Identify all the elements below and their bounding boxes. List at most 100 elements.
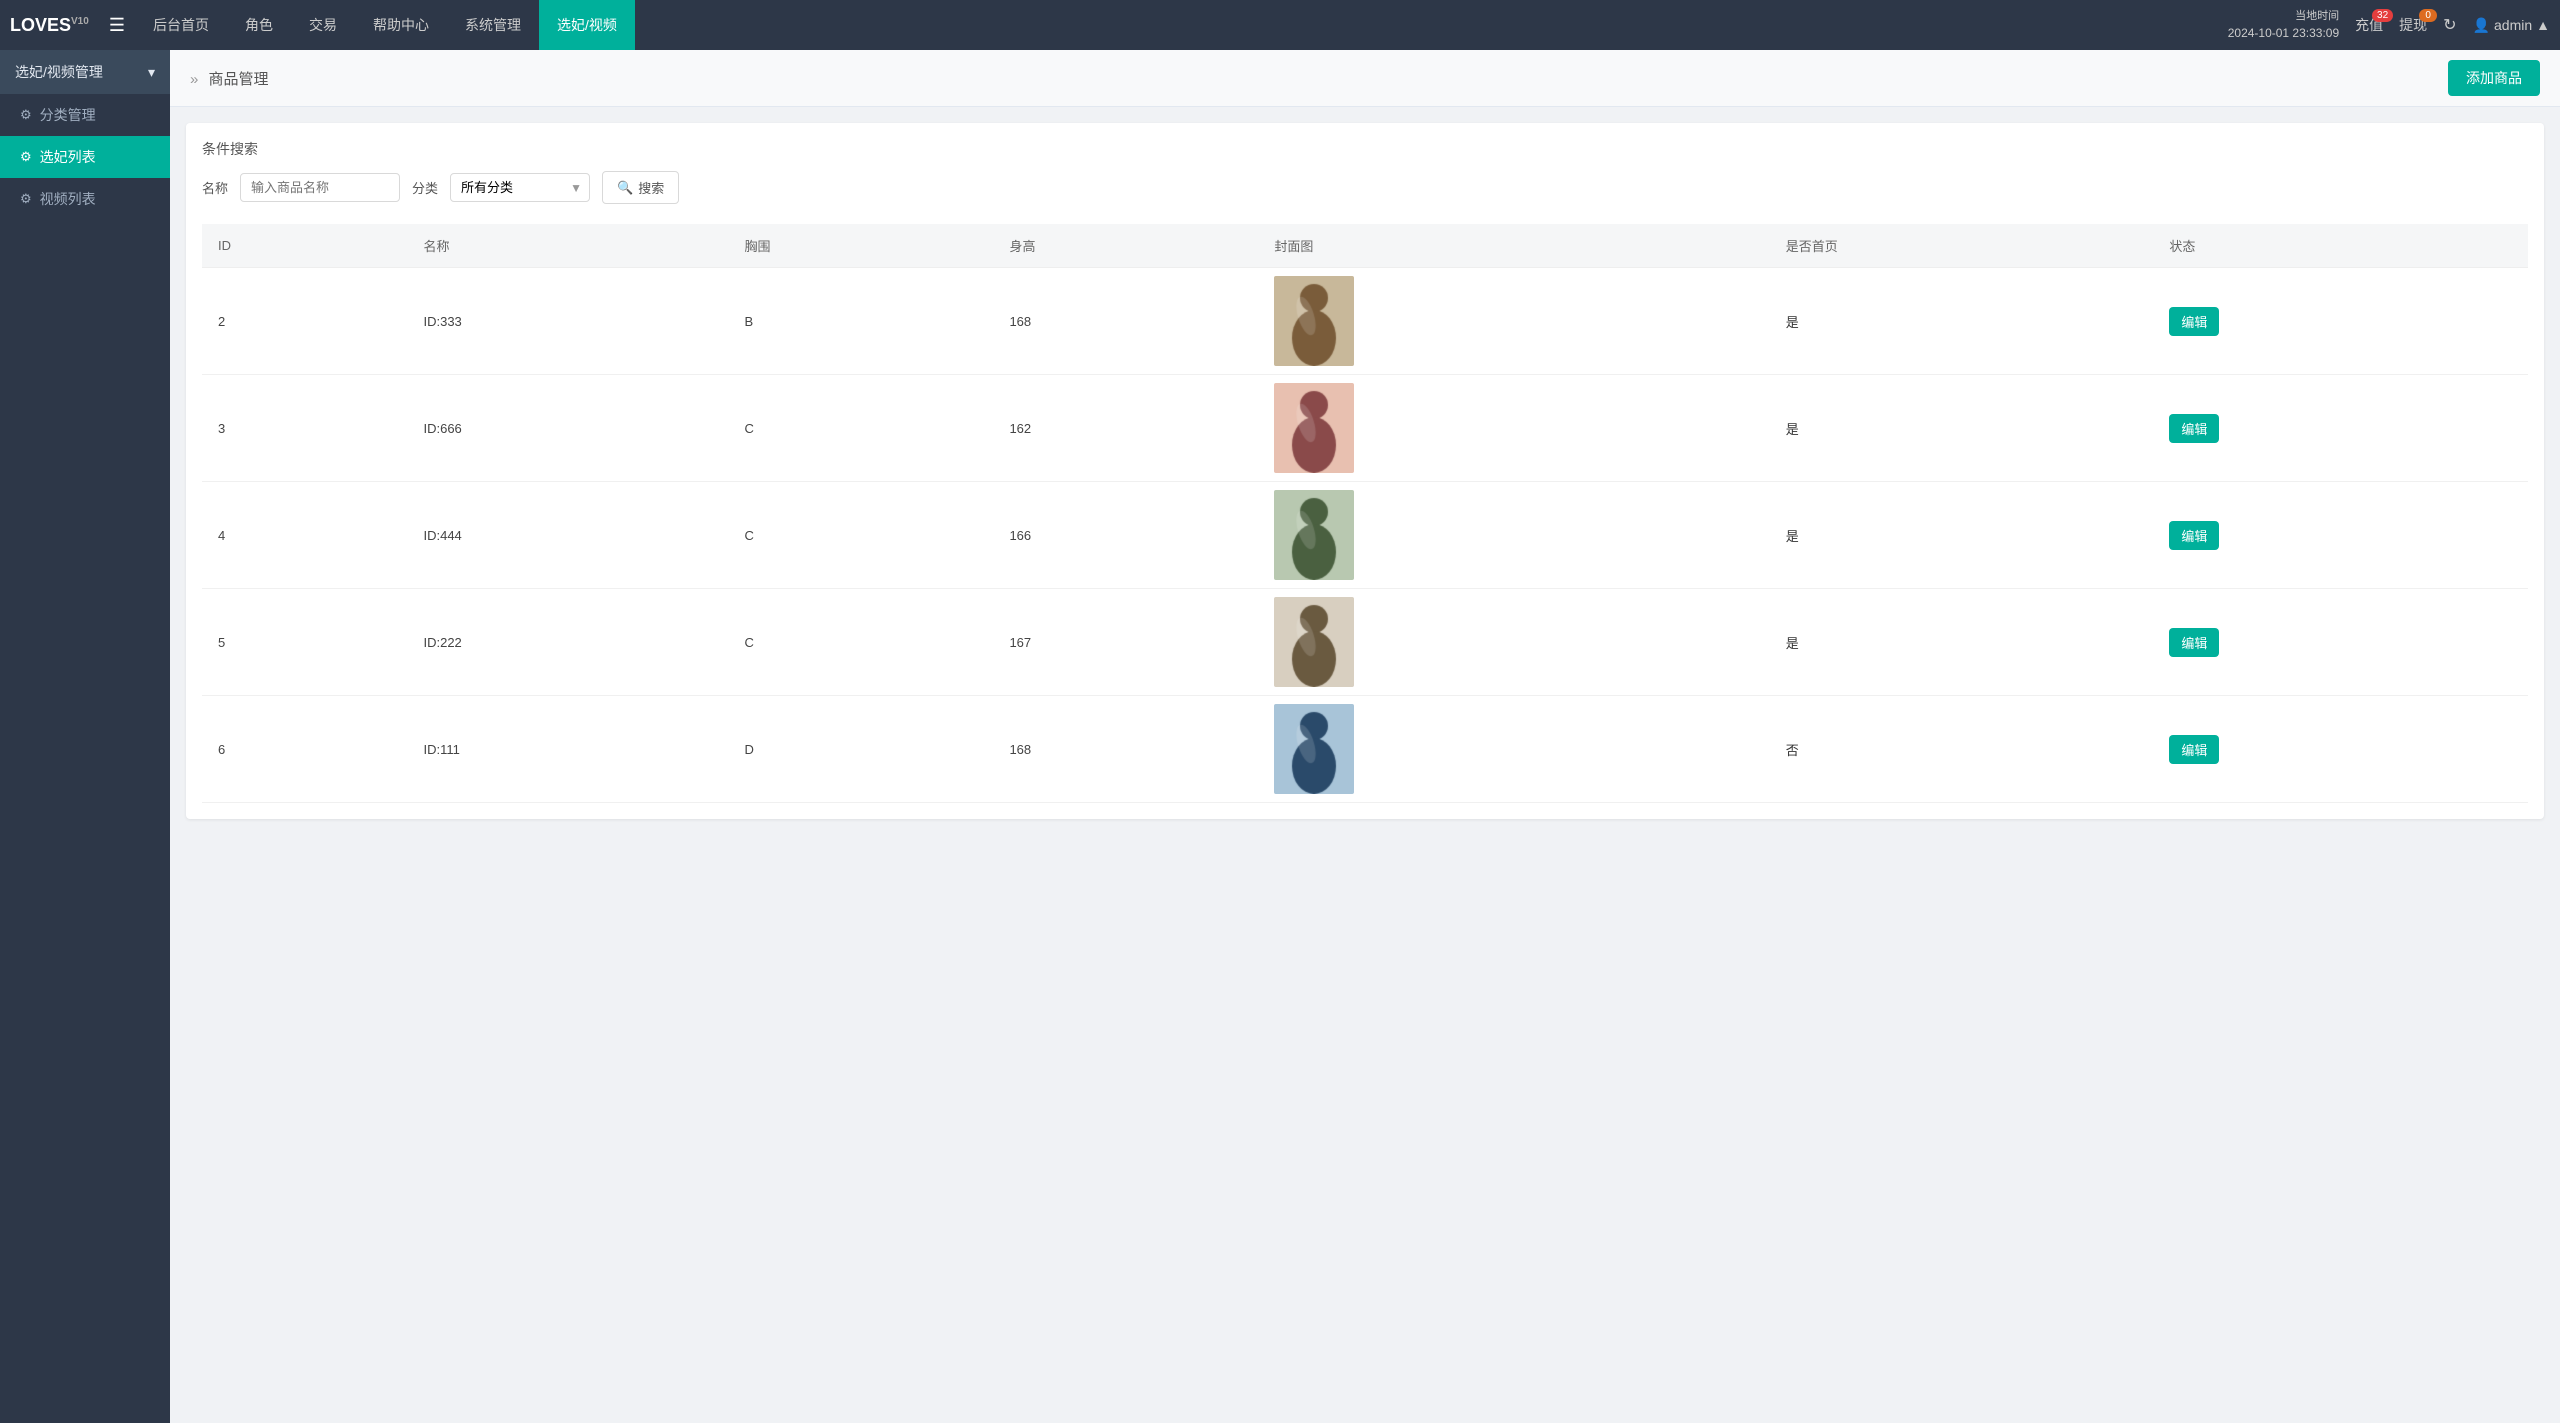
nav-item-trade[interactable]: 交易 bbox=[291, 0, 355, 50]
sidebar: 选妃/视频管理 ▾ ⚙ 分类管理 ⚙ 选妃列表 ⚙ 视频列表 bbox=[0, 50, 170, 1423]
table-row: 3 ID:666 C 162 是 编辑 bbox=[202, 375, 2528, 482]
cell-status: 编辑 bbox=[2153, 375, 2528, 482]
edit-button[interactable]: 编辑 bbox=[2169, 628, 2219, 657]
cell-homepage: 是 bbox=[1770, 589, 2154, 696]
video-list-icon: ⚙ bbox=[20, 191, 32, 207]
sidebar-group-xuanfei[interactable]: 选妃/视频管理 ▾ bbox=[0, 50, 170, 94]
edit-button[interactable]: 编辑 bbox=[2169, 521, 2219, 550]
col-status: 状态 bbox=[2153, 224, 2528, 268]
col-chest: 胸围 bbox=[729, 224, 994, 268]
breadcrumb-arrow: » bbox=[190, 71, 198, 88]
sidebar-item-category[interactable]: ⚙ 分类管理 bbox=[0, 94, 170, 136]
name-search-input[interactable] bbox=[240, 173, 400, 202]
user-dropdown-icon: ▲ bbox=[2536, 17, 2550, 33]
top-nav-right: 当地时间 2024-10-01 23:33:09 充值 32 提现 0 ↻ 👤 … bbox=[2228, 8, 2550, 43]
sidebar-group-arrow: ▾ bbox=[148, 64, 155, 81]
cell-status: 编辑 bbox=[2153, 696, 2528, 803]
sidebar-item-video-list[interactable]: ⚙ 视频列表 bbox=[0, 178, 170, 220]
search-section: 条件搜索 名称 分类 所有分类 ▼ 🔍 搜索 bbox=[202, 139, 2528, 204]
edit-button[interactable]: 编辑 bbox=[2169, 735, 2219, 764]
cell-status: 编辑 bbox=[2153, 589, 2528, 696]
cell-height: 167 bbox=[993, 589, 1258, 696]
cell-cover bbox=[1258, 482, 1769, 589]
search-row: 名称 分类 所有分类 ▼ 🔍 搜索 bbox=[202, 171, 2528, 204]
cell-chest: C bbox=[729, 375, 994, 482]
user-icon: 👤 bbox=[2473, 17, 2490, 34]
table-head: ID 名称 胸围 身高 封面图 是否首页 状态 bbox=[202, 224, 2528, 268]
withdraw-button[interactable]: 提现 0 bbox=[2399, 15, 2427, 35]
recharge-button[interactable]: 充值 32 bbox=[2355, 15, 2383, 35]
category-select[interactable]: 所有分类 bbox=[450, 173, 590, 202]
edit-button[interactable]: 编辑 bbox=[2169, 414, 2219, 443]
cell-id: 6 bbox=[202, 696, 407, 803]
col-cover: 封面图 bbox=[1258, 224, 1769, 268]
table-row: 2 ID:333 B 168 是 编辑 bbox=[202, 268, 2528, 375]
withdraw-badge: 0 bbox=[2419, 9, 2437, 22]
main-content: » 商品管理 添加商品 条件搜索 名称 分类 所有分类 ▼ bbox=[170, 50, 2560, 1423]
cell-homepage: 是 bbox=[1770, 482, 2154, 589]
table-row: 4 ID:444 C 166 是 编辑 bbox=[202, 482, 2528, 589]
cell-height: 166 bbox=[993, 482, 1258, 589]
content-card: 条件搜索 名称 分类 所有分类 ▼ 🔍 搜索 bbox=[186, 123, 2544, 819]
xuanfei-list-icon: ⚙ bbox=[20, 149, 32, 165]
layout: 选妃/视频管理 ▾ ⚙ 分类管理 ⚙ 选妃列表 ⚙ 视频列表 » 商品管理 添加… bbox=[0, 50, 2560, 1423]
sidebar-item-xuanfei-list[interactable]: ⚙ 选妃列表 bbox=[0, 136, 170, 178]
name-label: 名称 bbox=[202, 178, 228, 197]
table-header-row: ID 名称 胸围 身高 封面图 是否首页 状态 bbox=[202, 224, 2528, 268]
cell-name: ID:666 bbox=[407, 375, 728, 482]
edit-button[interactable]: 编辑 bbox=[2169, 307, 2219, 336]
breadcrumb: » 商品管理 bbox=[190, 68, 269, 89]
cell-cover bbox=[1258, 375, 1769, 482]
search-icon: 🔍 bbox=[617, 180, 633, 196]
refresh-button[interactable]: ↻ bbox=[2443, 15, 2456, 35]
cell-name: ID:222 bbox=[407, 589, 728, 696]
table-body: 2 ID:333 B 168 是 编辑 3 ID:666 C 162 是 编辑 … bbox=[202, 268, 2528, 803]
cell-id: 4 bbox=[202, 482, 407, 589]
top-nav: LOVESV10 ☰ 后台首页 角色 交易 帮助中心 系统管理 选妃/视频 当地… bbox=[0, 0, 2560, 50]
cell-homepage: 否 bbox=[1770, 696, 2154, 803]
nav-item-role[interactable]: 角色 bbox=[227, 0, 291, 50]
cell-status: 编辑 bbox=[2153, 482, 2528, 589]
cell-id: 5 bbox=[202, 589, 407, 696]
cell-cover bbox=[1258, 268, 1769, 375]
nav-item-system[interactable]: 系统管理 bbox=[447, 0, 539, 50]
user-menu[interactable]: 👤 admin ▲ bbox=[2473, 17, 2550, 34]
category-label: 分类 bbox=[412, 178, 438, 197]
cell-id: 2 bbox=[202, 268, 407, 375]
search-title: 条件搜索 bbox=[202, 139, 2528, 159]
cell-name: ID:111 bbox=[407, 696, 728, 803]
category-icon: ⚙ bbox=[20, 107, 32, 123]
cell-height: 168 bbox=[993, 696, 1258, 803]
search-button[interactable]: 🔍 搜索 bbox=[602, 171, 679, 204]
menu-toggle-button[interactable]: ☰ bbox=[109, 15, 125, 36]
nav-item-xuanfei[interactable]: 选妃/视频 bbox=[539, 0, 635, 50]
col-name: 名称 bbox=[407, 224, 728, 268]
cell-name: ID:333 bbox=[407, 268, 728, 375]
cell-chest: C bbox=[729, 589, 994, 696]
app-logo: LOVESV10 bbox=[10, 15, 89, 36]
cell-cover bbox=[1258, 696, 1769, 803]
col-id: ID bbox=[202, 224, 407, 268]
recharge-badge: 32 bbox=[2372, 9, 2393, 22]
nav-item-help[interactable]: 帮助中心 bbox=[355, 0, 447, 50]
cell-chest: C bbox=[729, 482, 994, 589]
cell-height: 162 bbox=[993, 375, 1258, 482]
nav-item-dashboard[interactable]: 后台首页 bbox=[135, 0, 227, 50]
col-height: 身高 bbox=[993, 224, 1258, 268]
category-select-wrapper: 所有分类 ▼ bbox=[450, 173, 590, 202]
breadcrumb-bar: » 商品管理 添加商品 bbox=[170, 50, 2560, 107]
cell-height: 168 bbox=[993, 268, 1258, 375]
table-wrapper: ID 名称 胸围 身高 封面图 是否首页 状态 2 ID:333 B 168 是 bbox=[202, 224, 2528, 803]
time-display: 当地时间 2024-10-01 23:33:09 bbox=[2228, 8, 2339, 43]
table-row: 5 ID:222 C 167 是 编辑 bbox=[202, 589, 2528, 696]
cell-homepage: 是 bbox=[1770, 268, 2154, 375]
product-table: ID 名称 胸围 身高 封面图 是否首页 状态 2 ID:333 B 168 是 bbox=[202, 224, 2528, 803]
table-row: 6 ID:111 D 168 否 编辑 bbox=[202, 696, 2528, 803]
cell-homepage: 是 bbox=[1770, 375, 2154, 482]
add-product-button[interactable]: 添加商品 bbox=[2448, 60, 2540, 96]
cell-chest: B bbox=[729, 268, 994, 375]
cell-status: 编辑 bbox=[2153, 268, 2528, 375]
cell-id: 3 bbox=[202, 375, 407, 482]
nav-items: 后台首页 角色 交易 帮助中心 系统管理 选妃/视频 bbox=[135, 0, 2228, 50]
cell-name: ID:444 bbox=[407, 482, 728, 589]
